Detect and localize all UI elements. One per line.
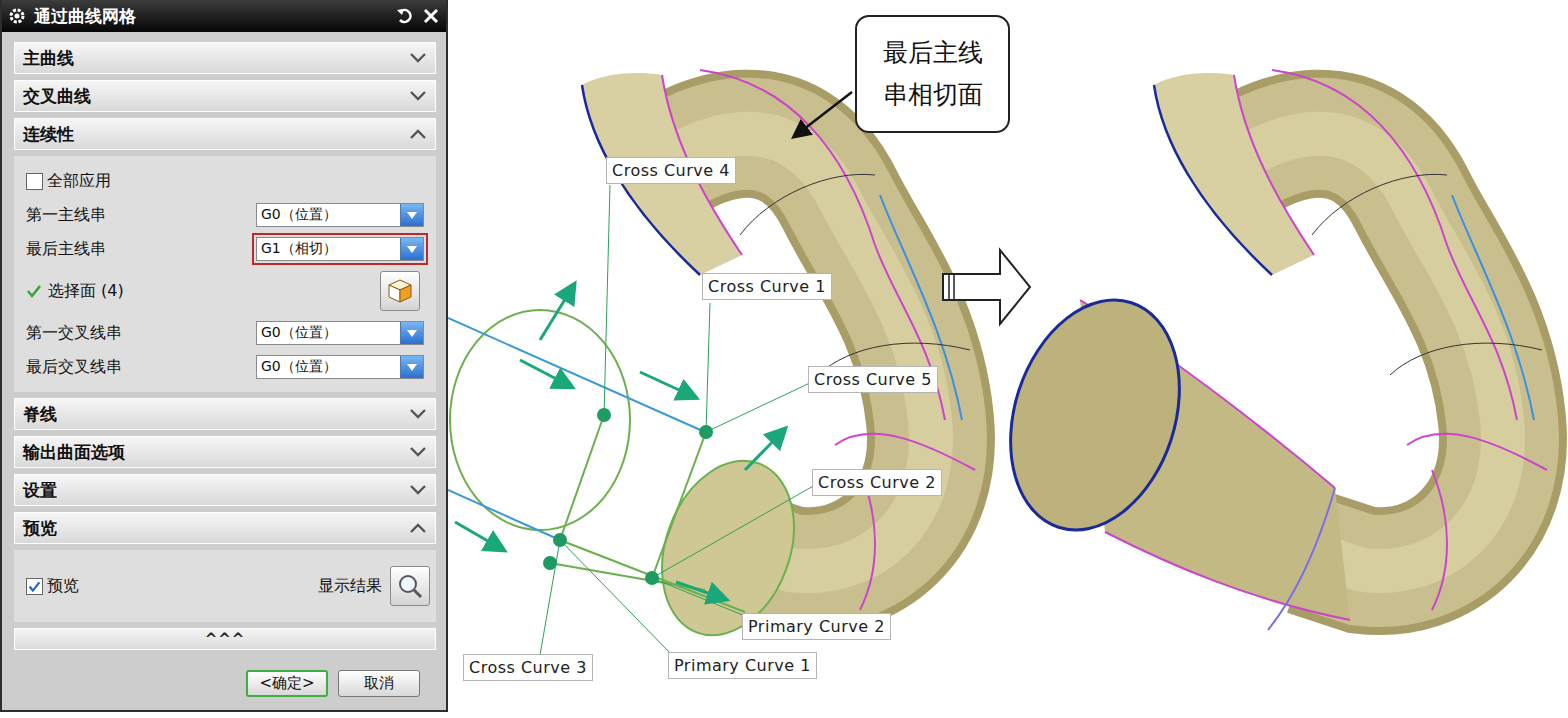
direction-arrow [520, 360, 568, 385]
preview-row: 预览 显示结果 [26, 564, 436, 608]
dropdown-arrow[interactable] [400, 238, 423, 260]
curve-label: Cross Curve 3 [463, 654, 593, 681]
dropdown[interactable]: G0（位置） [256, 321, 424, 345]
show-result-button[interactable] [390, 566, 430, 606]
curve-label: Primary Curve 2 [742, 613, 891, 640]
direction-arrow [640, 372, 692, 396]
highlight-frame: G0（位置） [254, 201, 426, 229]
checkbox[interactable] [26, 578, 43, 595]
row-label: 最后交叉线串 [26, 357, 122, 378]
expand-icon[interactable] [409, 484, 427, 496]
more-bar[interactable]: ^^^ [14, 628, 436, 650]
continuity-row: 最后主线串 G1（相切） [26, 234, 426, 264]
check-icon [28, 580, 41, 593]
section-header[interactable]: 脊线 [14, 398, 436, 430]
direction-arrow [455, 522, 500, 548]
callout-text: 最后主线串相切面 [881, 32, 984, 117]
continuity-row: 第一交叉线串 G0（位置） [26, 318, 426, 348]
select-face-label: 选择面 (4) [26, 281, 124, 302]
section-header[interactable]: 连续性 [14, 118, 436, 150]
curve-point[interactable] [553, 533, 567, 547]
preview-toggle[interactable]: 预览 [26, 576, 79, 597]
result-arrow-icon [943, 250, 1030, 324]
close-icon[interactable] [422, 7, 440, 25]
dropdown-arrow[interactable] [400, 356, 423, 378]
row-label: 第一主线串 [26, 205, 106, 226]
magnifier-icon [396, 572, 424, 600]
check-icon [26, 283, 42, 299]
dropdown-arrow[interactable] [400, 204, 423, 226]
dropdown-value: G0（位置） [257, 324, 400, 342]
dropdown[interactable]: G0（位置） [256, 355, 424, 379]
curve-label: Cross Curve 4 [606, 157, 736, 184]
gear-icon[interactable] [8, 7, 26, 25]
highlight-frame: G1（相切） [254, 235, 426, 263]
highlight-frame: G0（位置） [254, 353, 426, 381]
continuity-panel: 全部应用第一主线串 G0（位置） 最后主线串 G1（相切） 选择面 (4) 第一交叉线串 G… [14, 156, 436, 392]
section-header[interactable]: 预览 [14, 512, 436, 544]
section-header[interactable]: 设置 [14, 474, 436, 506]
callout-arrow [795, 92, 852, 136]
dropdown-value: G1（相切） [257, 240, 400, 258]
dropdown-value: G0（位置） [257, 206, 400, 224]
curve-point[interactable] [699, 425, 713, 439]
button-row: <确定> 取消 [14, 656, 436, 697]
canvas: Cross Curve 4 Cross Curve 1 Cross Curve 5 C… [448, 0, 1568, 718]
curve-label: Cross Curve 5 [808, 366, 938, 393]
dropdown[interactable]: G1（相切） [256, 237, 424, 261]
dialog-title: 通过曲线网格 [34, 5, 388, 28]
arrow-down-icon [406, 329, 418, 338]
curve-wireframe [448, 185, 815, 655]
collapse-icon[interactable] [409, 128, 427, 140]
expand-icon[interactable] [409, 408, 427, 420]
reset-icon[interactable] [396, 7, 414, 25]
preview-panel: 预览 显示结果 [14, 550, 436, 622]
curve-label: Cross Curve 2 [812, 469, 942, 496]
curve-point[interactable] [645, 571, 659, 585]
title-bar: 通过曲线网格 [2, 0, 446, 32]
checkbox[interactable] [26, 173, 43, 190]
continuity-row: 最后交叉线串 G0（位置） [26, 352, 426, 382]
cube-icon [387, 278, 413, 304]
expand-icon[interactable] [409, 446, 427, 458]
row-label: 第一交叉线串 [26, 323, 122, 344]
select-face-button[interactable] [380, 271, 420, 311]
dialog-body: 主曲线交叉曲线连续性全部应用第一主线串 G0（位置） 最后主线串 G1（相切） 选择面 … [2, 32, 446, 710]
expand-icon[interactable] [409, 52, 427, 64]
dropdown[interactable]: G0（位置） [256, 203, 424, 227]
apply-all[interactable]: 全部应用 [26, 171, 111, 192]
arrow-down-icon [406, 245, 418, 254]
callout-box: 最后主线串相切面 [855, 15, 1010, 133]
dropdown-value: G0（位置） [257, 358, 400, 376]
curve-label: Primary Curve 1 [668, 652, 817, 679]
direction-arrow [745, 432, 782, 470]
curve-point[interactable] [543, 556, 557, 570]
expand-icon[interactable] [409, 90, 427, 102]
section-header[interactable]: 主曲线 [14, 42, 436, 74]
continuity-row: 第一主线串 G0（位置） [26, 200, 426, 230]
arrow-down-icon [406, 211, 418, 220]
row-label: 最后主线串 [26, 239, 106, 260]
select-face-row: 选择面 (4) [26, 268, 426, 314]
mesh-dialog: 通过曲线网格主曲线交叉曲线连续性全部应用第一主线串 G0（位置） 最后主线串 G1（相… [0, 0, 448, 712]
page: 通过曲线网格主曲线交叉曲线连续性全部应用第一主线串 G0（位置） 最后主线串 G1（相… [0, 0, 1568, 718]
section-header[interactable]: 输出曲面选项 [14, 436, 436, 468]
result-cone [982, 278, 1350, 630]
section-header[interactable]: 交叉曲线 [14, 80, 436, 112]
curve-label: Cross Curve 1 [702, 273, 832, 300]
dropdown-arrow[interactable] [400, 322, 423, 344]
arrow-down-icon [406, 363, 418, 372]
direction-arrow [676, 582, 722, 598]
collapse-icon[interactable] [409, 522, 427, 534]
curve-point[interactable] [597, 408, 611, 422]
ok-button[interactable]: <确定> [246, 670, 328, 697]
cancel-button[interactable]: 取消 [338, 670, 420, 697]
direction-arrow [540, 288, 572, 340]
highlight-frame: G0（位置） [254, 319, 426, 347]
show-result: 显示结果 [318, 566, 436, 606]
apply-all-row: 全部应用 [26, 166, 426, 196]
